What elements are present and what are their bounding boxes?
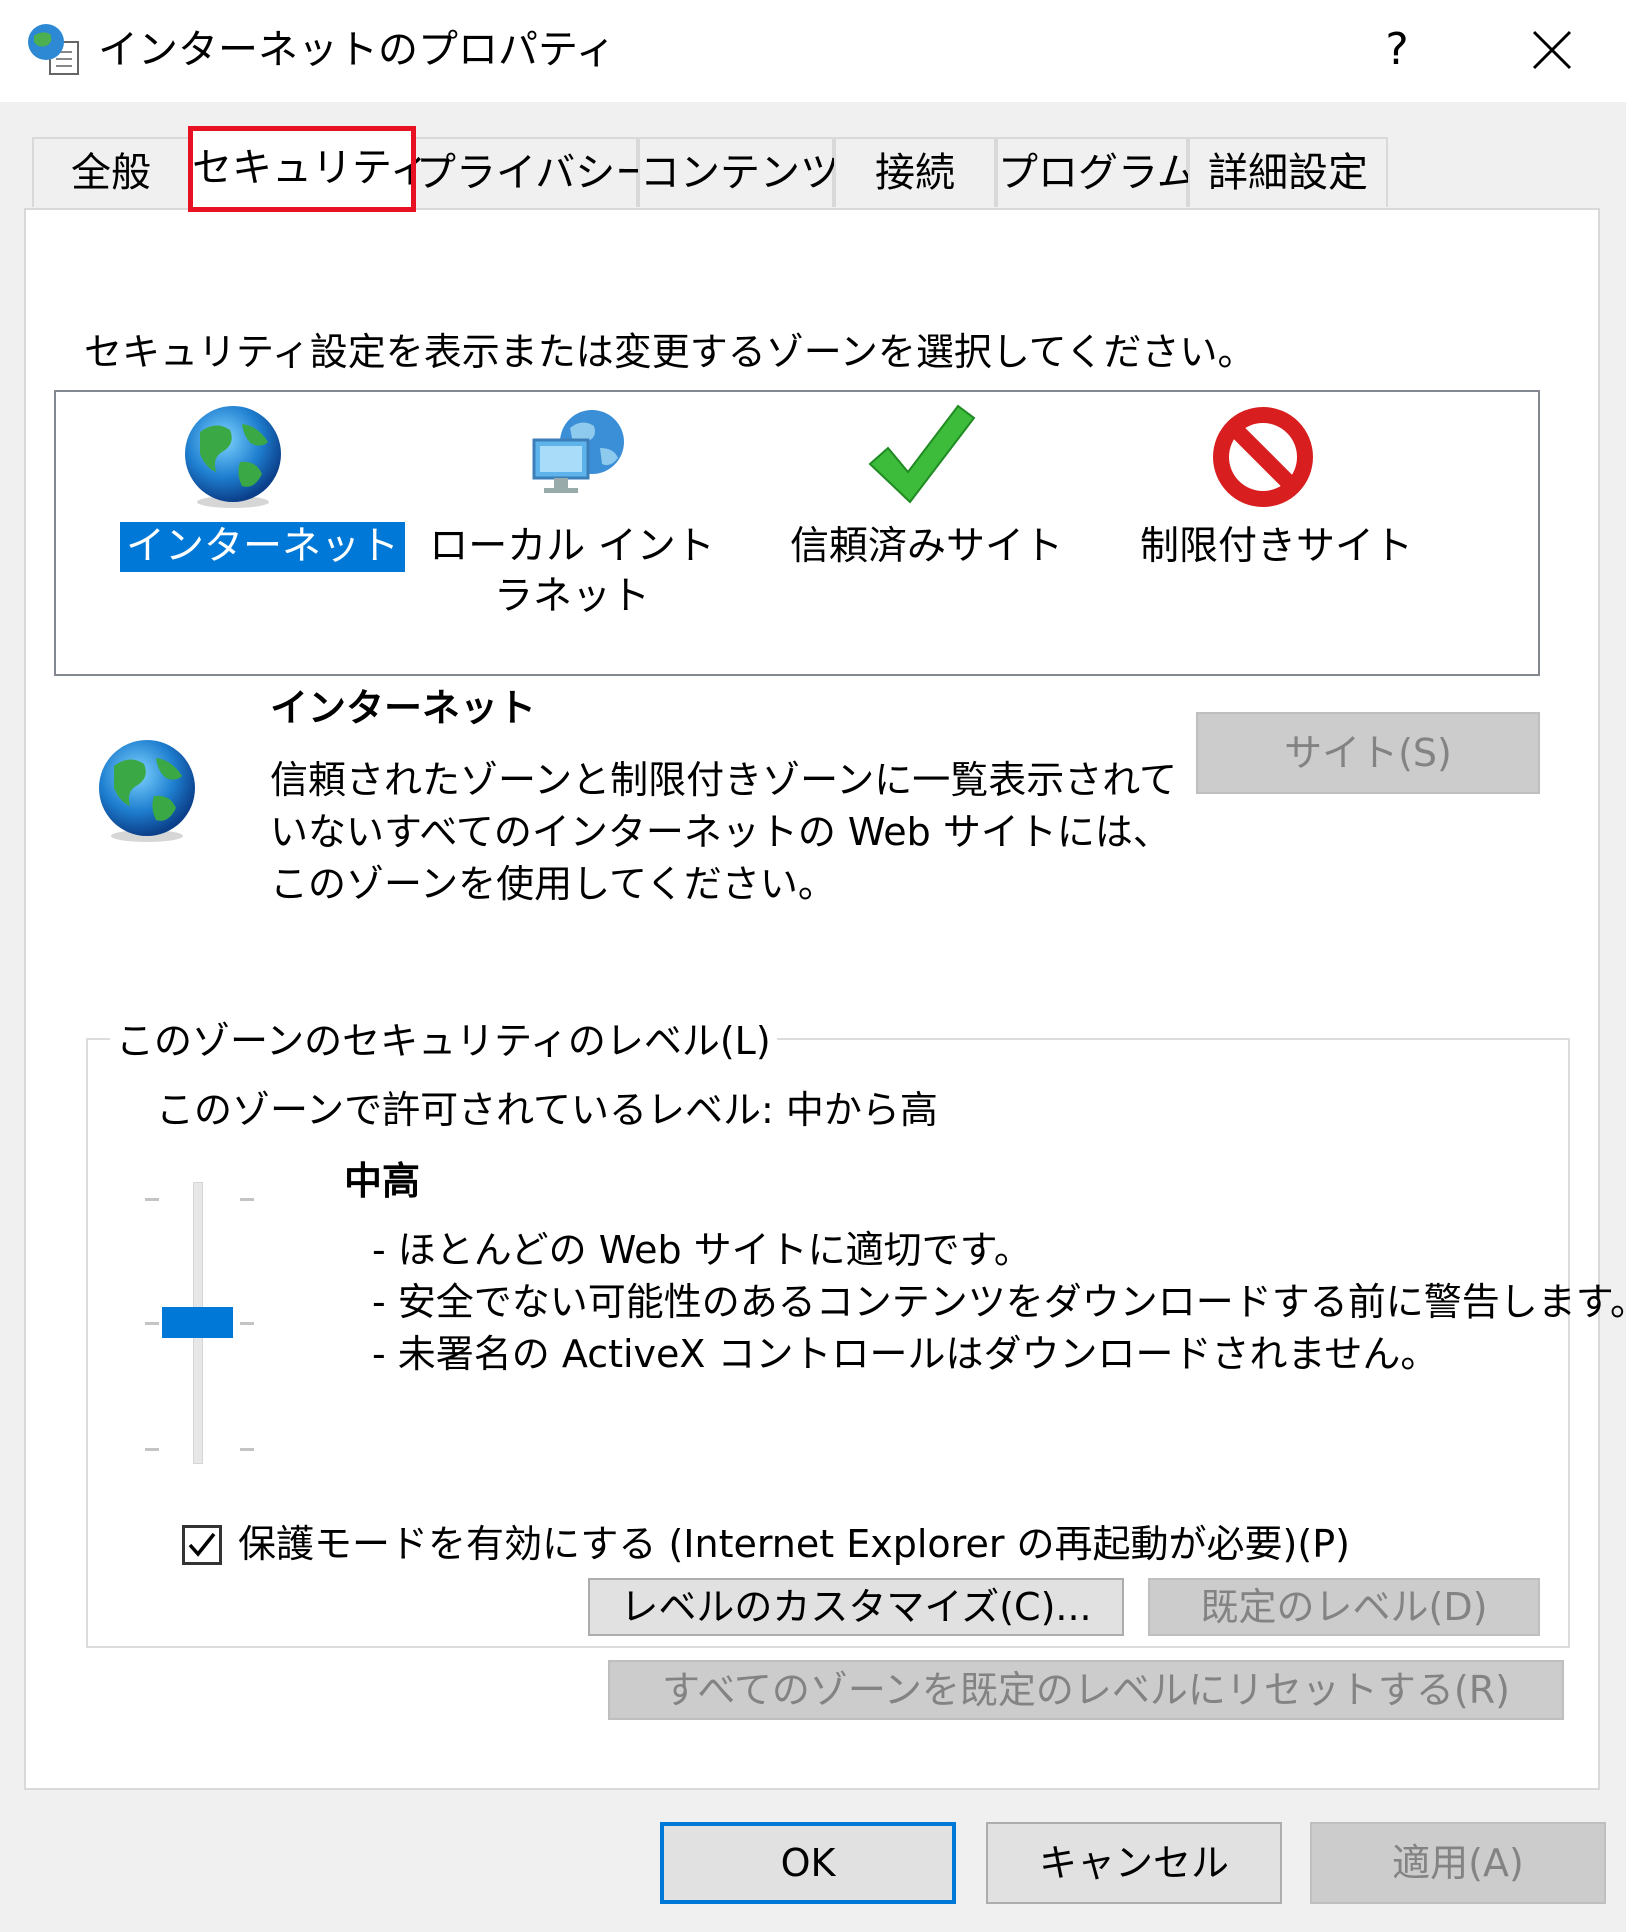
- sites-button[interactable]: サイト(S): [1196, 712, 1540, 794]
- close-button[interactable]: [1520, 14, 1584, 86]
- selected-zone-globe-icon: [92, 736, 202, 846]
- globe-icon[interactable]: [178, 402, 288, 512]
- reset-all-zones-button[interactable]: すべてのゾーンを既定のレベルにリセットする(R): [608, 1660, 1564, 1720]
- zone-restricted-label[interactable]: 制限付きサイト: [1140, 522, 1413, 572]
- tab-content[interactable]: コンテンツ: [638, 137, 840, 207]
- level-bullet: - 未署名の ActiveX コントロールはダウンロードされません。: [372, 1332, 1439, 1376]
- checkmark-small-icon: [188, 1532, 216, 1557]
- slider-tick: [145, 1448, 159, 1451]
- internet-options-icon: [24, 20, 84, 80]
- slider-tick: [145, 1198, 159, 1201]
- slider-tick: [145, 1322, 159, 1325]
- tab-general[interactable]: 全般: [32, 137, 190, 207]
- default-level-button[interactable]: 既定のレベル(D): [1148, 1578, 1540, 1636]
- allowed-levels-text: このゾーンで許可されているレベル: 中から高: [156, 1088, 938, 1132]
- intranet-icon[interactable]: [524, 400, 634, 510]
- level-bullet: - 安全でない可能性のあるコンテンツをダウンロードする前に警告します。: [372, 1280, 1626, 1324]
- security-level-slider-thumb[interactable]: [162, 1307, 233, 1338]
- close-icon: [1532, 30, 1572, 70]
- ok-button[interactable]: OK: [660, 1822, 956, 1904]
- slider-tick: [240, 1448, 254, 1451]
- tab-privacy[interactable]: プライバシー: [414, 137, 655, 207]
- zone-instruction: セキュリティ設定を表示または変更するゾーンを選択してください。: [84, 330, 1256, 374]
- protected-mode-label[interactable]: 保護モードを有効にする (Internet Explorer の再起動が必要)(…: [238, 1518, 1350, 1570]
- zone-intranet-label[interactable]: ローカル イントラネット: [412, 522, 732, 622]
- security-level-legend: このゾーンのセキュリティのレベル(L): [110, 1016, 777, 1066]
- slider-tick: [240, 1322, 254, 1325]
- window-title: インターネットのプロパティ: [98, 27, 616, 73]
- help-button[interactable]: ?: [1368, 14, 1426, 86]
- apply-button[interactable]: 適用(A): [1310, 1822, 1606, 1904]
- selected-zone-description: 信頼されたゾーンと制限付きゾーンに一覧表示されていないすべてのインターネットの …: [270, 758, 1178, 906]
- protected-mode-checkbox[interactable]: [182, 1525, 222, 1565]
- level-bullet: - ほとんどの Web サイトに適切です。: [372, 1228, 1032, 1272]
- tab-advanced[interactable]: 詳細設定: [1188, 137, 1388, 207]
- tab-programs[interactable]: プログラム: [996, 137, 1197, 207]
- restricted-icon[interactable]: [1208, 402, 1318, 512]
- zone-internet-label[interactable]: インターネット: [120, 522, 406, 572]
- cancel-button[interactable]: キャンセル: [986, 1822, 1282, 1904]
- level-name: 中高: [344, 1159, 421, 1203]
- custom-level-button[interactable]: レベルのカスタマイズ(C)...: [588, 1578, 1124, 1636]
- selected-zone-title: インターネット: [270, 686, 537, 730]
- zone-trusted-label[interactable]: 信頼済みサイト: [790, 522, 1063, 572]
- slider-tick: [240, 1198, 254, 1201]
- checkmark-icon[interactable]: [866, 402, 976, 512]
- tab-highlight-box: [188, 126, 416, 212]
- tab-connections[interactable]: 接続: [834, 137, 996, 207]
